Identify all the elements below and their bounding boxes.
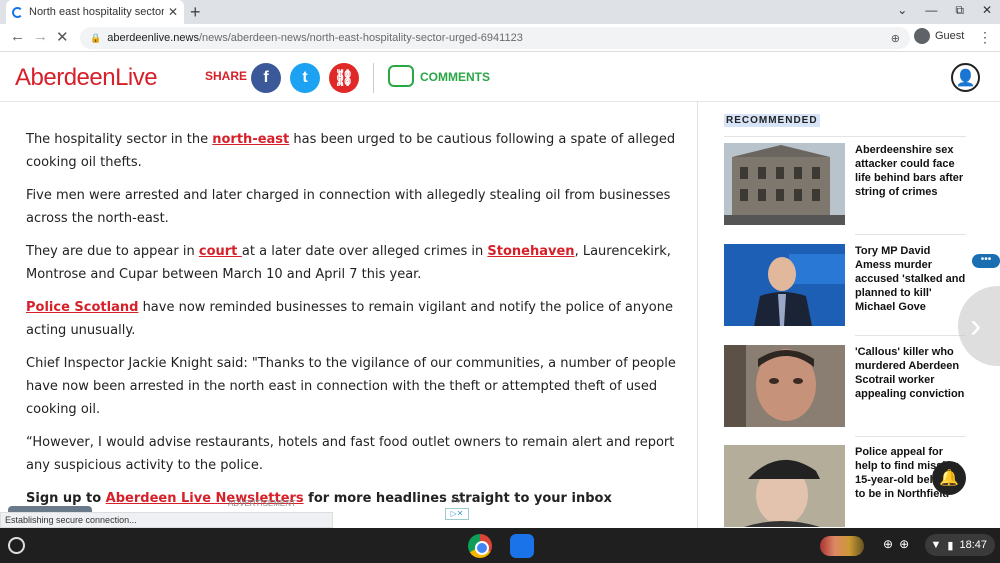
article-paragraph: They are due to appear in court at a lat…: [26, 240, 676, 286]
address-domain: aberdeenlive.news: [107, 32, 199, 44]
close-window-icon[interactable]: ✕: [982, 3, 992, 18]
more-options-icon[interactable]: •••: [972, 254, 1000, 268]
divider: [855, 436, 966, 437]
minimize-icon[interactable]: —: [925, 3, 937, 18]
tab-search-icon[interactable]: ⌄: [897, 3, 907, 18]
newsletter-signup: Sign up to Aberdeen Live Newsletters for…: [26, 487, 676, 510]
facebook-share-button[interactable]: f: [251, 63, 281, 93]
copy-link-button[interactable]: ⛓: [329, 63, 359, 93]
twitter-share-button[interactable]: t: [290, 63, 320, 93]
browser-status-bar: Establishing secure connection...: [0, 512, 333, 528]
holding-space-thumbnail[interactable]: [820, 536, 864, 556]
close-tab-icon[interactable]: ✕: [168, 5, 178, 19]
text: They are due to appear in: [26, 244, 199, 259]
profile-label: Guest: [935, 30, 965, 42]
browser-tab[interactable]: North east hospitality sector urg ✕: [6, 0, 184, 24]
forward-arrow-icon[interactable]: →: [33, 28, 48, 45]
article-paragraph: Police Scotland have now reminded busine…: [26, 296, 676, 342]
divider: [855, 234, 966, 235]
article-paragraph: Five men were arrested and later charged…: [26, 188, 671, 226]
tray-icons: ⊕ ⊕: [883, 537, 909, 551]
profile-button[interactable]: Guest: [914, 28, 964, 44]
back-arrow-icon[interactable]: ←: [10, 28, 25, 45]
link-north-east[interactable]: north-east: [212, 132, 289, 147]
restore-icon[interactable]: ⧉: [955, 3, 964, 18]
text: Sign up to: [26, 491, 106, 506]
column-divider: [697, 102, 698, 528]
article-paragraph: The hospitality sector in the north-east…: [26, 128, 676, 174]
files-app-icon[interactable]: [510, 534, 534, 558]
header-divider: [373, 63, 374, 93]
loading-spinner-icon: [12, 6, 23, 18]
ad-options-icon[interactable]: •••: [451, 494, 467, 508]
new-tab-button[interactable]: +: [190, 2, 201, 23]
stop-loading-icon[interactable]: ✕: [56, 28, 69, 46]
launcher-icon[interactable]: [8, 537, 25, 554]
clock: 18:47: [959, 539, 987, 551]
add-icon[interactable]: ⊕: [883, 537, 893, 551]
missing-person-image[interactable]: [724, 445, 845, 527]
article-paragraph: Chief Inspector Jackie Knight said: "Tha…: [26, 356, 676, 417]
text: at a later date over alleged crimes in: [241, 244, 488, 259]
politician-image[interactable]: [724, 244, 845, 326]
divider: [855, 335, 966, 336]
recommended-item[interactable]: Police appeal for help to find missing 1…: [724, 445, 966, 527]
zoom-icon[interactable]: ⊕: [891, 32, 900, 45]
kebab-menu-icon[interactable]: ⋮: [978, 29, 992, 46]
site-header: AberdeenLive SHARE f t ⛓ COMMENTS 👤: [0, 52, 1000, 102]
recommended-title: RECOMMENDED: [724, 114, 820, 127]
status-tray[interactable]: ▼ ▮ 18:47: [925, 534, 995, 556]
site-logo[interactable]: AberdeenLive: [15, 64, 158, 92]
tab-title: North east hospitality sector urg: [29, 6, 164, 18]
advertisement-label: ADVERTISEMENT: [228, 499, 296, 508]
recommended-sidebar: RECOMMENDED: [724, 110, 966, 137]
os-shelf: ⊕ ⊕ ▼ ▮ 18:47: [0, 528, 1000, 563]
address-bar[interactable]: 🔒 aberdeenlive.news/news/aberdeen-news/n…: [80, 27, 910, 49]
add-icon[interactable]: ⊕: [899, 537, 909, 551]
recommended-item[interactable]: Tory MP David Amess murder accused 'stal…: [724, 244, 966, 326]
chrome-app-icon[interactable]: [468, 534, 492, 558]
address-path: /news/aberdeen-news/north-east-hospitali…: [198, 32, 523, 44]
tab-strip: North east hospitality sector urg ✕ + ⌄ …: [0, 0, 1000, 24]
recommended-headline[interactable]: Tory MP David Amess murder accused 'stal…: [855, 244, 966, 314]
window-controls: ⌄ — ⧉ ✕: [897, 3, 992, 18]
article-body: The hospitality sector in the north-east…: [26, 128, 676, 520]
guest-avatar-icon: [914, 28, 930, 44]
recommended-item[interactable]: Aberdeenshire sex attacker could face li…: [724, 143, 966, 225]
comments-button[interactable]: COMMENTS: [420, 70, 490, 84]
text: The hospitality sector in the: [26, 132, 213, 147]
share-label: SHARE: [205, 69, 248, 83]
battery-icon: ▮: [947, 539, 954, 552]
adchoices-icon[interactable]: ▷✕: [445, 508, 469, 520]
lock-icon[interactable]: 🔒: [90, 33, 101, 44]
article-paragraph: “However, I would advise restaurants, ho…: [26, 435, 675, 473]
divider: [724, 136, 966, 137]
recommended-headline[interactable]: Aberdeenshire sex attacker could face li…: [855, 143, 966, 199]
link-police-scotland[interactable]: Police Scotland: [26, 300, 138, 315]
courthouse-image[interactable]: [724, 143, 845, 225]
wifi-icon: ▼: [930, 539, 942, 551]
recommended-headline[interactable]: 'Callous' killer who murdered Aberdeen S…: [855, 345, 966, 401]
mugshot-image[interactable]: [724, 345, 845, 427]
recommended-item[interactable]: 'Callous' killer who murdered Aberdeen S…: [724, 345, 966, 427]
comment-bubble-icon[interactable]: [388, 65, 414, 87]
link-stonehaven[interactable]: Stonehaven: [487, 244, 574, 259]
browser-toolbar: ← → ✕ 🔒 aberdeenlive.news/news/aberdeen-…: [0, 24, 1000, 52]
account-icon[interactable]: 👤: [951, 63, 980, 92]
notification-bell-icon[interactable]: 🔔: [932, 461, 966, 495]
link-court[interactable]: court: [199, 244, 242, 259]
